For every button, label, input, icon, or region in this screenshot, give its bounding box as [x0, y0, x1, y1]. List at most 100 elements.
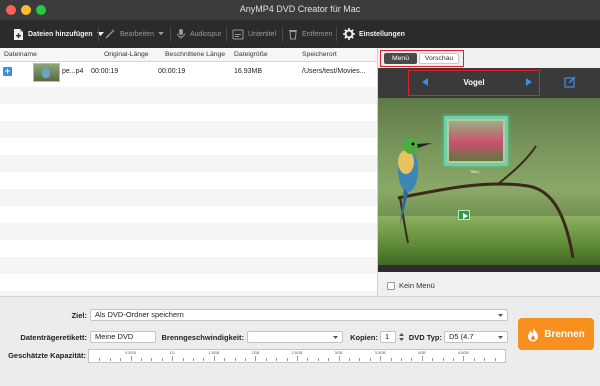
remove-button[interactable]: Entfernen: [288, 20, 332, 48]
toolbar: Dateien hinzufügen Bearbeiten Audiospur …: [0, 20, 600, 48]
capacity-meter: 0.5GB 1G 1.5GB 2GB 2.5GB 3GB 3.5GB 4GB 4.5GB: [88, 349, 506, 363]
template-name: Vogel: [463, 78, 485, 87]
app-window: AnyMP4 DVD Creator für Mac Dateien hinzu…: [0, 0, 600, 386]
capacity-tick: [193, 358, 194, 361]
capacity-tick-label: 3GB: [334, 351, 343, 355]
capacity-tick: [161, 358, 163, 361]
capacity-tick: [453, 358, 454, 361]
magic-wand-icon: [105, 29, 115, 39]
settings-label: Einstellungen: [359, 30, 405, 38]
menu-preview: Title1: [378, 98, 600, 265]
capacity-tick: [473, 358, 475, 361]
target-select[interactable]: Als DVD-Ordner speichern: [90, 309, 508, 321]
capacity-tick: [328, 358, 330, 361]
burn-button[interactable]: Brennen: [518, 318, 594, 350]
capacity-tick: [359, 358, 361, 361]
column-header[interactable]: Dateiname: [4, 51, 37, 58]
disc-label-input[interactable]: Meine DVD: [90, 331, 156, 343]
microphone-icon: [177, 29, 185, 39]
capacity-tick: [411, 358, 413, 361]
capacity-tick: [421, 356, 423, 361]
dvd-type-label: DVD Typ:: [408, 333, 442, 342]
copies-input[interactable]: 1: [380, 331, 396, 343]
capacity-tick: [276, 358, 278, 361]
location-cell: /Users/test/Movies...: [302, 68, 366, 75]
chevron-down-icon: [498, 336, 503, 339]
capacity-tick: [109, 358, 111, 361]
chevron-down-icon: [498, 314, 503, 317]
capacity-tick-label: 3.5GB: [374, 351, 386, 355]
add-files-label: Dateien hinzufügen: [28, 30, 93, 38]
capacity-tick-label: 2GB: [251, 351, 260, 355]
capacity-tick: [203, 358, 205, 361]
view-tabs: Menü Vorschau: [380, 50, 464, 67]
disc-label-label: Datenträgeretikett:: [20, 333, 87, 342]
subtitle-button[interactable]: Untertitel: [232, 20, 276, 48]
add-files-button[interactable]: Dateien hinzufügen: [12, 20, 104, 48]
tab-menu[interactable]: Menü: [384, 53, 417, 64]
capacity-tick: [432, 358, 434, 361]
chapter-thumbnail[interactable]: [444, 116, 508, 166]
tab-preview[interactable]: Vorschau: [419, 53, 459, 64]
remove-label: Entfernen: [302, 30, 333, 38]
table-row[interactable]: + pe...p4 00:00:19 00:00:19 16.93MB /Use…: [0, 62, 377, 84]
capacity-tick-label: 2.5GB: [291, 351, 303, 355]
capacity-tick: [234, 358, 236, 361]
capacity-tick: [401, 358, 402, 361]
column-header[interactable]: Dateigröße: [234, 51, 268, 58]
capacity-tick: [265, 358, 267, 361]
file-table-header: Dateiname Original-Länge Beschnittene Lä…: [0, 48, 377, 62]
preview-status-strip: [378, 265, 600, 272]
audio-track-button[interactable]: Audiospur: [176, 20, 222, 48]
capacity-tick: [338, 356, 340, 361]
subtitle-icon: [232, 29, 244, 39]
capacity-tick: [172, 356, 174, 361]
burn-speed-label: Brenngeschwindigkeit:: [161, 333, 244, 342]
thumbnail-title: Title1: [470, 169, 480, 174]
capacity-tick: [317, 358, 319, 361]
capacity-tick: [349, 358, 350, 361]
file-size-cell: 16.93MB: [234, 68, 263, 75]
capacity-tick: [213, 356, 215, 361]
column-header[interactable]: Speicherort: [302, 51, 337, 58]
gear-icon: [343, 28, 355, 40]
no-menu-option[interactable]: Kein Menü: [387, 281, 435, 290]
capacity-tick: [130, 356, 132, 361]
trimmed-length-cell: 00:00:19: [158, 68, 186, 75]
add-file-icon: [14, 28, 23, 40]
capacity-tick: [380, 356, 382, 361]
capacity-tick-label: 1.5GB: [208, 351, 220, 355]
original-length-cell: 00:00:19: [91, 68, 119, 75]
chevron-down-icon: [333, 336, 338, 339]
copies-stepper-icon[interactable]: [398, 331, 405, 343]
dvd-type-select[interactable]: D5 (4.7: [444, 331, 508, 343]
capacity-label: Geschätzte Kapazität:: [8, 351, 86, 360]
capacity-tick: [390, 358, 392, 361]
file-list: [0, 62, 377, 296]
capacity-tick: [224, 358, 226, 361]
capacity-tick: [286, 358, 288, 361]
capacity-tick: [182, 358, 184, 361]
settings-button[interactable]: Einstellungen: [343, 20, 405, 48]
column-header[interactable]: Original-Länge: [104, 51, 149, 58]
column-header[interactable]: Beschnittene Länge: [165, 51, 225, 58]
expand-icon[interactable]: +: [3, 67, 12, 76]
play-icon[interactable]: [458, 210, 470, 220]
burn-speed-select[interactable]: [247, 331, 343, 343]
capacity-tick: [255, 356, 257, 361]
copies-label: Kopien:: [350, 333, 378, 342]
audio-track-label: Audiospur: [190, 30, 222, 38]
flame-icon: [528, 326, 539, 341]
capacity-tick-label: 0.5GB: [125, 351, 136, 355]
capacity-tick-label: 4GB: [417, 351, 426, 355]
edit-menu-icon[interactable]: [564, 76, 576, 88]
burn-label: Brennen: [544, 328, 585, 340]
next-template-button[interactable]: [526, 78, 532, 86]
capacity-tick: [120, 358, 122, 361]
subtitle-label: Untertitel: [248, 30, 277, 38]
edit-button[interactable]: Bearbeiten: [104, 20, 164, 48]
trash-icon: [289, 30, 297, 40]
capacity-tick: [297, 356, 298, 361]
no-menu-checkbox[interactable]: [387, 281, 395, 290]
capacity-tick: [151, 358, 153, 361]
